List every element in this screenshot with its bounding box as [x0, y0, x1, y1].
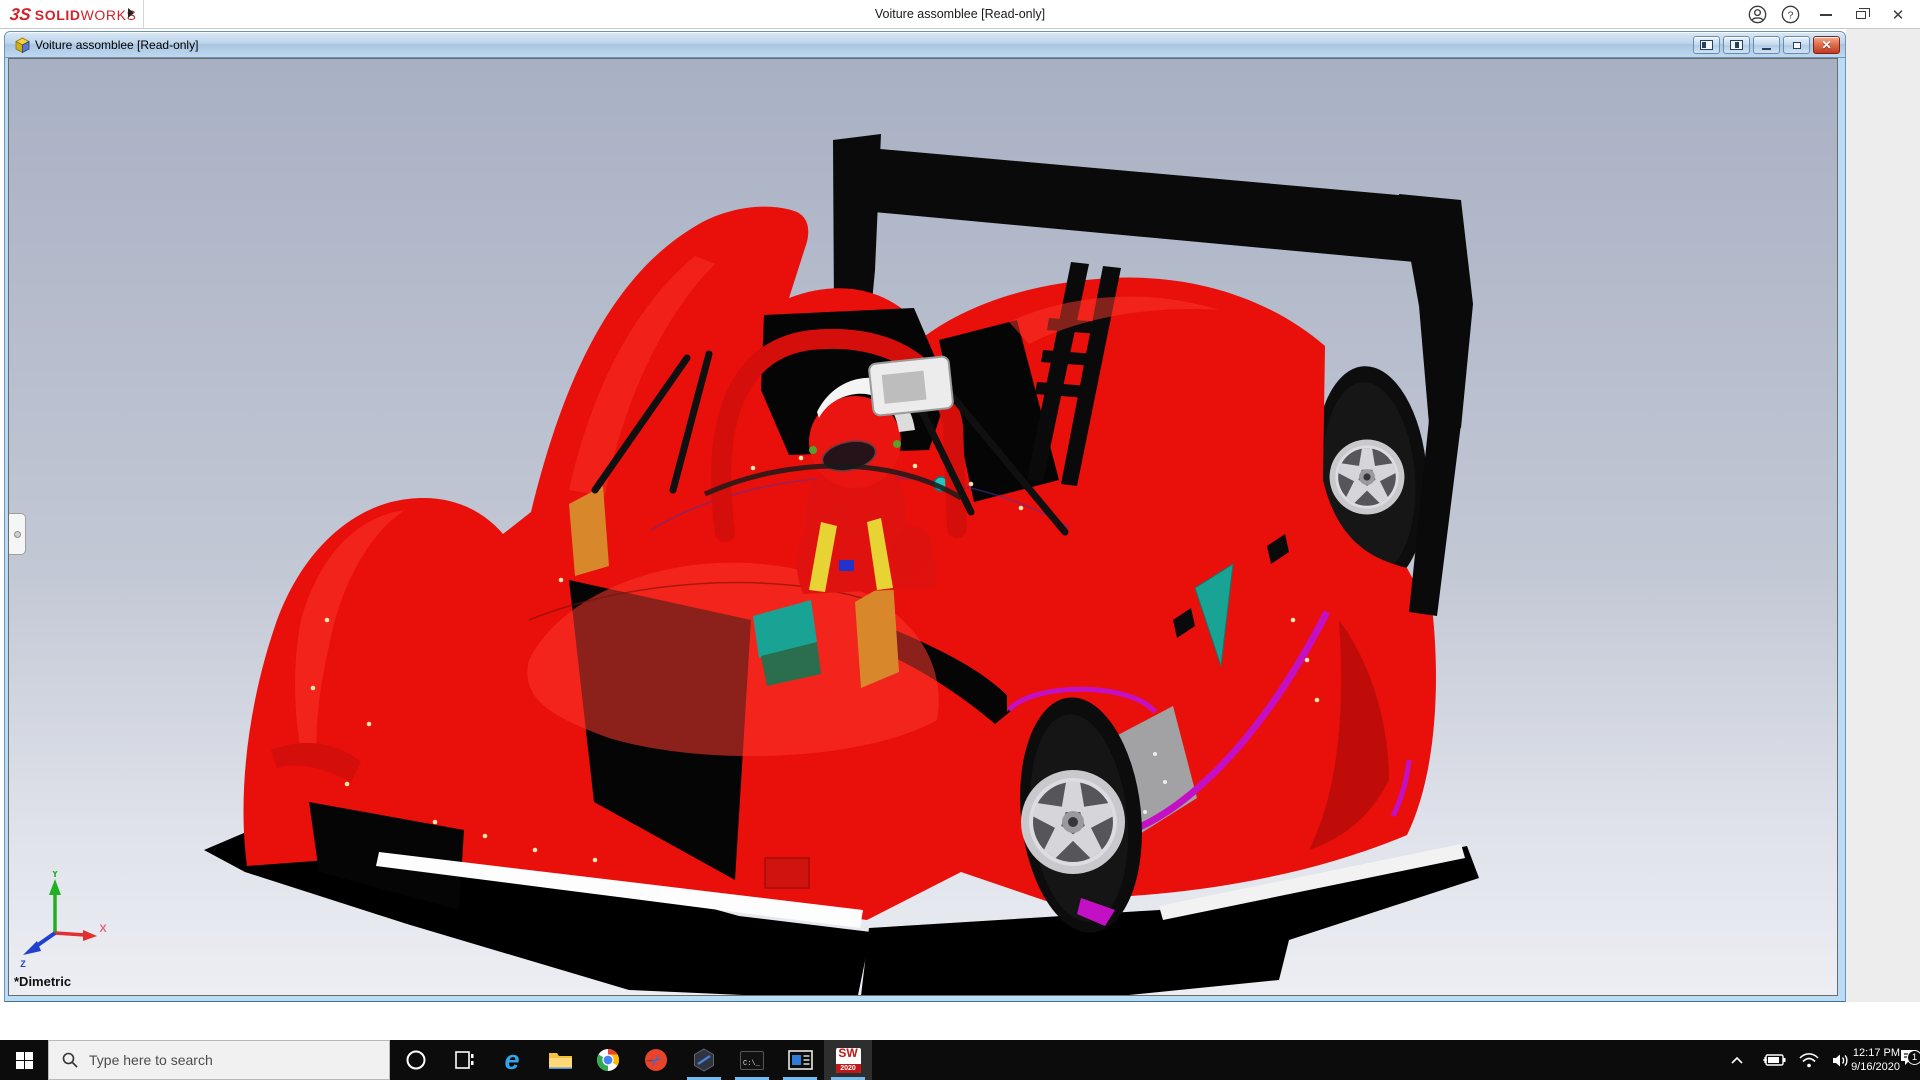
- app-title: Voiture assomblee [Read-only]: [0, 0, 1920, 29]
- taskbar-item-edge[interactable]: e: [488, 1040, 536, 1080]
- document-window: Voiture assomblee [Read-only] ✕: [4, 31, 1846, 1002]
- tab-grip-icon: [14, 531, 21, 538]
- pane-split-button[interactable]: [1723, 36, 1750, 54]
- hidden-icons-chevron[interactable]: [1728, 1040, 1746, 1080]
- clock-date: 9/16/2020: [1848, 1060, 1900, 1074]
- taskbar-item-file-explorer[interactable]: [536, 1040, 584, 1080]
- orientation-triad[interactable]: Y X Z: [15, 871, 110, 971]
- taskbar-item-snipping-tool[interactable]: ✂: [632, 1040, 680, 1080]
- file-explorer-icon: [548, 1050, 573, 1071]
- windows-logo-icon: [16, 1052, 33, 1069]
- user-icon: [1748, 5, 1767, 24]
- axis-y-label: Y: [51, 871, 59, 880]
- axis-z-label: Z: [20, 959, 26, 969]
- hexagon-app-icon: [692, 1048, 716, 1072]
- assembly-icon: [14, 37, 31, 54]
- app-minimize-button[interactable]: [1813, 0, 1839, 29]
- command-prompt-icon: C:\_: [740, 1051, 764, 1070]
- search-input[interactable]: [87, 1051, 367, 1069]
- close-icon: ✕: [1892, 6, 1905, 24]
- rear-view-mirror: [869, 356, 954, 416]
- network-indicator[interactable]: [1796, 1040, 1822, 1080]
- minimize-icon: [1820, 14, 1832, 16]
- wifi-icon: [1799, 1053, 1819, 1068]
- task-pane-area: [1846, 29, 1920, 1002]
- document-frame: Y X Z *Dimetric: [4, 58, 1846, 1002]
- snipping-tool-icon: ✂: [644, 1048, 668, 1072]
- doc-close-button[interactable]: ✕: [1813, 36, 1840, 54]
- taskbar-item-chrome[interactable]: [584, 1040, 632, 1080]
- underbody-detail: [765, 858, 809, 888]
- pane-split-icon: [1730, 40, 1743, 50]
- taskbar-item-edrawings[interactable]: [680, 1040, 728, 1080]
- minimize-icon: [1762, 48, 1771, 50]
- feature-tree-collapsed-tab[interactable]: [9, 513, 26, 555]
- close-icon: ✕: [1821, 39, 1831, 51]
- pane-left-button[interactable]: [1693, 36, 1720, 54]
- restore-icon: [1793, 42, 1801, 49]
- battery-charging-icon: [1762, 1053, 1786, 1067]
- status-bar: [0, 1002, 1920, 1040]
- cortana-icon: [405, 1049, 427, 1071]
- taskbar: e ✂: [0, 1040, 1920, 1080]
- taskbar-item-command-prompt[interactable]: C:\_: [728, 1040, 776, 1080]
- solidworks-2020-icon: SW 2020: [836, 1048, 861, 1073]
- pane-left-icon: [1700, 40, 1713, 50]
- media-player-icon: [788, 1050, 813, 1070]
- search-icon: [62, 1052, 78, 1068]
- app-close-button[interactable]: ✕: [1885, 0, 1911, 29]
- doc-restore-button[interactable]: [1783, 36, 1810, 54]
- task-view-icon: [453, 1050, 475, 1070]
- battery-indicator[interactable]: [1760, 1040, 1788, 1080]
- graphics-viewport[interactable]: Y X Z *Dimetric: [8, 58, 1838, 996]
- action-center-button[interactable]: 1: [1897, 1040, 1920, 1080]
- svg-text:?: ?: [1787, 10, 1793, 21]
- taskbar-item-cortana[interactable]: [392, 1040, 440, 1080]
- start-button[interactable]: [0, 1040, 48, 1080]
- chrome-icon: [596, 1048, 620, 1072]
- taskbar-search[interactable]: [48, 1040, 390, 1080]
- view-orientation-label: *Dimetric: [14, 974, 71, 989]
- car-3d-model[interactable]: [9, 59, 1838, 996]
- axis-x-label: X: [99, 923, 107, 935]
- restore-icon: [1856, 11, 1866, 19]
- document-titlebar[interactable]: Voiture assomblee [Read-only] ✕: [4, 31, 1846, 58]
- account-button[interactable]: [1746, 0, 1768, 29]
- taskbar-item-solidworks-2020[interactable]: SW 2020: [824, 1040, 872, 1080]
- taskbar-clock[interactable]: 12:17 PM 9/16/2020: [1848, 1040, 1900, 1080]
- document-title: Voiture assomblee [Read-only]: [35, 32, 198, 59]
- notification-badge: 1: [1907, 1050, 1920, 1065]
- doc-minimize-button[interactable]: [1753, 36, 1780, 54]
- taskbar-item-task-view[interactable]: [440, 1040, 488, 1080]
- taskbar-item-media-player[interactable]: [776, 1040, 824, 1080]
- edge-icon: e: [504, 1047, 519, 1074]
- help-button[interactable]: ?: [1779, 0, 1801, 29]
- app-titlebar: 3S SOLIDWORKS Voiture assomblee [Read-on…: [0, 0, 1920, 29]
- clock-time: 12:17 PM: [1848, 1046, 1900, 1060]
- app-restore-button[interactable]: [1848, 0, 1874, 29]
- harness-buckle: [839, 560, 854, 571]
- desktop: 3S SOLIDWORKS Voiture assomblee [Read-on…: [0, 0, 1920, 1080]
- help-icon: ?: [1781, 5, 1800, 24]
- chevron-up-icon: [1730, 1055, 1744, 1065]
